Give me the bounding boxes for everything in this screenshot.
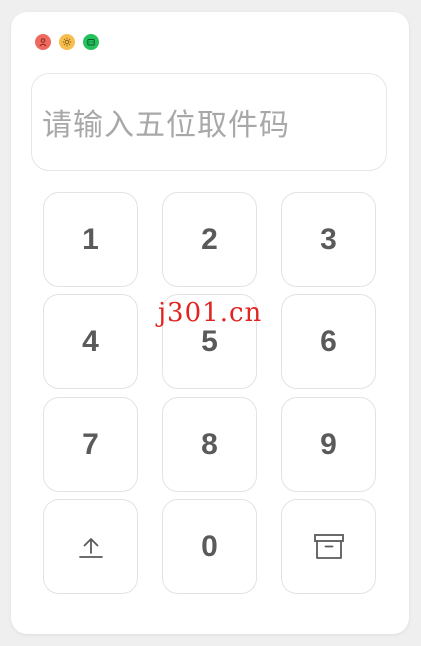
key-4[interactable]: 4 [43,294,138,389]
upload-icon [78,537,103,558]
key-9[interactable]: 9 [281,397,376,492]
upload-button[interactable] [43,499,138,594]
user-icon [39,38,47,47]
sun-icon [62,37,72,47]
pickup-code-input[interactable]: 请输入五位取件码 [31,73,387,171]
key-2[interactable]: 2 [162,192,257,287]
watermark: j301.cn [158,298,263,328]
key-8[interactable]: 8 [162,397,257,492]
window-controls [35,34,99,50]
close-button[interactable] [35,34,51,50]
robot-icon [87,39,95,46]
key-0[interactable]: 0 [162,499,257,594]
key-6[interactable]: 6 [281,294,376,389]
key-7[interactable]: 7 [43,397,138,492]
maximize-button[interactable] [83,34,99,50]
key-1[interactable]: 1 [43,192,138,287]
archive-button[interactable] [281,499,376,594]
archive-box-icon [313,533,344,559]
key-3[interactable]: 3 [281,192,376,287]
pickup-code-placeholder: 请输入五位取件码 [42,108,290,143]
minimize-button[interactable] [59,34,75,50]
